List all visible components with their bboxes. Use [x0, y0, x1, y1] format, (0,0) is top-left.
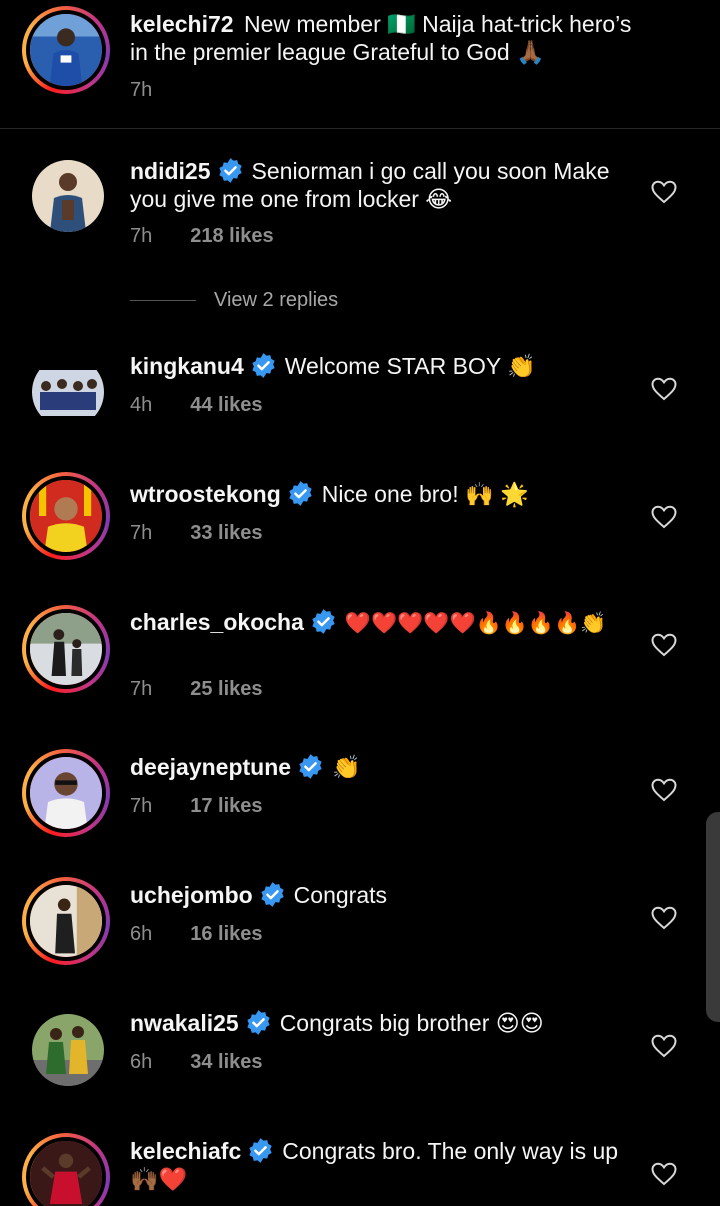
comment-text: Nice one bro! 🙌 🌟 — [321, 481, 529, 507]
avatar-image — [26, 881, 106, 961]
comment-text-block: ndidi25 Seniorman i go call you soon Make… — [130, 157, 640, 213]
avatar-image — [32, 160, 104, 232]
avatar-photo-icon — [30, 757, 102, 829]
view-replies-label: View 2 replies — [214, 288, 339, 311]
avatar-photo-icon — [30, 885, 102, 957]
verified-badge-icon — [247, 1137, 274, 1164]
comment-likes[interactable]: 218 likes — [190, 225, 273, 247]
comment-text: Congrats big brother 😍😍 — [279, 1010, 544, 1036]
verified-badge-icon — [259, 881, 286, 908]
heart-outline-icon[interactable] — [651, 180, 677, 204]
heart-outline-icon[interactable] — [651, 1034, 677, 1058]
comment-avatar[interactable] — [22, 749, 110, 837]
edge-panel-handle[interactable] — [706, 812, 720, 1022]
avatar-photo-icon — [30, 14, 102, 86]
comment-avatar[interactable] — [22, 877, 110, 965]
verified-badge-icon — [250, 352, 277, 379]
comment-username[interactable]: wtroostekong — [130, 481, 281, 507]
comment-username[interactable]: nwakali25 — [130, 1010, 239, 1036]
comment-time: 6h — [130, 1051, 153, 1073]
avatar-photo-icon — [32, 356, 104, 428]
avatar-image — [26, 609, 106, 689]
caption-divider — [0, 128, 720, 129]
verified-badge-icon — [217, 157, 244, 184]
comment-meta: 7h 17 likes — [130, 795, 263, 818]
comment-likes[interactable]: 44 likes — [190, 394, 262, 416]
heart-outline-icon[interactable] — [651, 778, 677, 802]
comment-time: 6h — [130, 923, 153, 945]
comment-text: ❤️❤️❤️❤️❤️🔥🔥🔥🔥👏 — [344, 611, 607, 635]
comment-time: 7h — [130, 678, 153, 700]
avatar-image — [26, 753, 106, 833]
comment-username[interactable]: ndidi25 — [130, 158, 211, 184]
heart-outline-icon[interactable] — [651, 377, 677, 401]
avatar-photo-icon — [30, 1141, 102, 1206]
comment-time: 7h — [130, 522, 153, 544]
comment-text-block: nwakali25 Congrats big brother 😍😍 — [130, 1009, 640, 1037]
comment-avatar[interactable] — [22, 1133, 110, 1206]
comment-likes[interactable]: 17 likes — [190, 795, 262, 817]
caption-meta: 7h — [130, 79, 152, 102]
comment-meta: 6h 34 likes — [130, 1051, 263, 1074]
comment-text-block: wtroostekong Nice one bro! 🙌 🌟 — [130, 480, 640, 508]
post-caption: kelechi72 New member 🇳🇬 Naija hat-trick … — [0, 0, 720, 128]
view-replies-button[interactable]: View 2 replies — [130, 287, 338, 313]
comment-avatar[interactable] — [32, 356, 104, 428]
comment-text-block: uchejombo Congrats — [130, 881, 640, 909]
comment-time: 7h — [130, 225, 153, 247]
heart-outline-icon[interactable] — [651, 1162, 677, 1186]
verified-badge-icon — [310, 608, 337, 635]
replies-divider-line — [130, 299, 196, 301]
caption-text-block: kelechi72 New member 🇳🇬 Naija hat-trick … — [130, 10, 640, 66]
verified-badge-icon — [287, 480, 314, 507]
avatar-image — [26, 10, 106, 90]
avatar-photo-icon — [32, 160, 104, 232]
comment-text: 👏 — [332, 754, 361, 780]
avatar-image — [26, 476, 106, 556]
verified-badge-icon — [297, 753, 324, 780]
comment-username[interactable]: deejayneptune — [130, 754, 291, 780]
caption-username[interactable]: kelechi72 — [130, 11, 234, 37]
verified-badge-icon — [245, 1009, 272, 1036]
comment-time: 4h — [130, 394, 153, 416]
comments-screen: kelechi72 New member 🇳🇬 Naija hat-trick … — [0, 0, 720, 1206]
caption-avatar[interactable] — [22, 6, 110, 94]
heart-outline-icon[interactable] — [651, 906, 677, 930]
comment-avatar[interactable] — [22, 472, 110, 560]
comment-likes[interactable]: 33 likes — [190, 522, 262, 544]
comment-meta: 7h 25 likes — [130, 678, 263, 701]
avatar-image — [32, 356, 104, 428]
comment-avatar[interactable] — [32, 160, 104, 232]
comment-text: Congrats — [293, 882, 387, 908]
heart-outline-icon[interactable] — [651, 633, 677, 657]
caption-time: 7h — [130, 79, 153, 101]
comment-username[interactable]: charles_okocha — [130, 609, 304, 635]
avatar-photo-icon — [32, 1014, 104, 1086]
heart-outline-icon[interactable] — [651, 505, 677, 529]
comment-meta: 6h 16 likes — [130, 923, 263, 946]
comment-username[interactable]: kelechiafc — [130, 1138, 241, 1164]
comment-likes[interactable]: 25 likes — [190, 678, 262, 700]
comment-meta: 4h 44 likes — [130, 394, 263, 417]
comment-likes[interactable]: 34 likes — [190, 1051, 262, 1073]
comment-likes[interactable]: 16 likes — [190, 923, 262, 945]
comment-avatar[interactable] — [32, 1014, 104, 1086]
comment-avatar[interactable] — [22, 605, 110, 693]
avatar-image — [26, 1137, 106, 1206]
avatar-image — [32, 1014, 104, 1086]
avatar-photo-icon — [30, 613, 102, 685]
comment-text-block: kelechiafc Congrats bro. The only way is … — [130, 1137, 640, 1193]
avatar-photo-icon — [30, 480, 102, 552]
comment-time: 7h — [130, 795, 153, 817]
comment-text-block: kingkanu4 Welcome STAR BOY 👏 — [130, 352, 640, 380]
comment-meta: 7h 218 likes — [130, 225, 274, 248]
comment-text-block: deejayneptune 👏 — [130, 753, 640, 781]
comment-meta: 7h 33 likes — [130, 522, 263, 545]
comment-text: Welcome STAR BOY 👏 — [284, 353, 536, 379]
comment-username[interactable]: uchejombo — [130, 882, 253, 908]
comment-username[interactable]: kingkanu4 — [130, 353, 244, 379]
comment-text-block: charles_okocha ❤️❤️❤️❤️❤️🔥🔥🔥🔥👏 — [130, 608, 640, 637]
